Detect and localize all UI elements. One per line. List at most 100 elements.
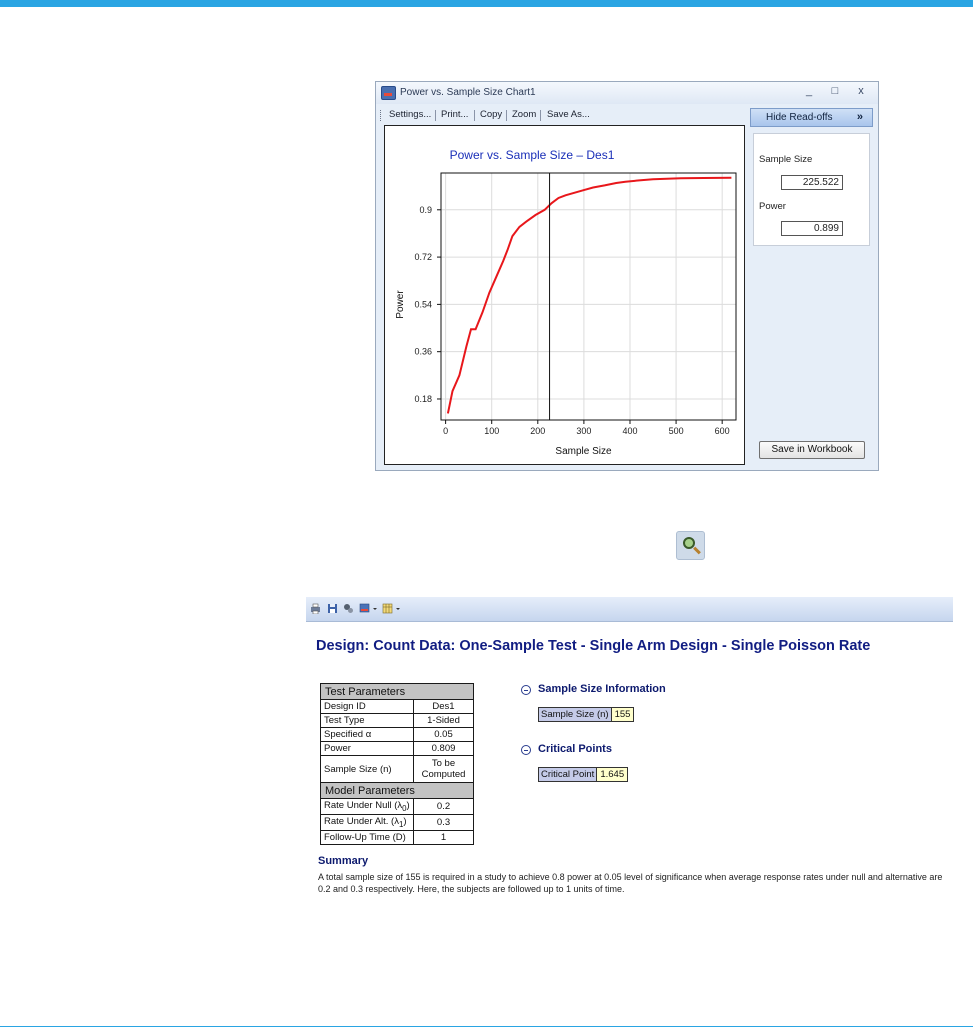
param-key: Rate Under Null (λ0) (320, 798, 414, 815)
param-value: 0.2 (413, 798, 474, 815)
chart-icon[interactable] (359, 603, 370, 614)
y-tick-label: 0.54 (414, 299, 432, 309)
settings-menu[interactable]: Settings... (389, 109, 431, 120)
y-tick-label: 0.36 (414, 347, 432, 357)
magnifier-handle (693, 546, 701, 555)
table-row: Power 0.809 (320, 741, 474, 756)
table-icon[interactable] (382, 603, 393, 614)
critical-points-heading: Critical Points (538, 743, 612, 755)
param-key-text: Rate Under Alt. (λ (324, 816, 399, 828)
table-row: Follow-Up Time (D) 1 (320, 830, 474, 845)
power-curve-line (446, 176, 732, 414)
close-button[interactable]: x (853, 85, 869, 97)
report-toolbar (306, 597, 953, 622)
collapse-icon[interactable] (521, 745, 531, 755)
y-axis-label: Power (395, 290, 406, 319)
bottom-accent-line (0, 1026, 973, 1027)
x-tick-label: 400 (622, 426, 637, 436)
x-tick-label: 500 (669, 426, 684, 436)
x-tick-label: 200 (530, 426, 545, 436)
param-key-close: ) (403, 816, 407, 828)
hide-readoffs-label: Hide Read-offs (766, 112, 833, 123)
window-title: Power vs. Sample Size Chart1 (400, 87, 536, 98)
param-key: Follow-Up Time (D) (320, 830, 414, 845)
param-key-close: ) (406, 800, 410, 812)
settings-icon[interactable] (343, 603, 354, 614)
param-value: 1 (413, 830, 474, 845)
critical-point-result: Critical Point 1.645 (538, 767, 629, 782)
design-report-title: Design: Count Data: One-Sample Test - Si… (316, 638, 871, 654)
toolbar-grip (380, 110, 383, 121)
chart-dropdown-icon[interactable] (372, 603, 378, 614)
power-chart: Power vs. Sample Size – Des1 0 100 200 300 40… (395, 148, 737, 457)
save-as-menu[interactable]: Save As... (547, 109, 590, 120)
param-key: Power (320, 741, 414, 756)
power-readoff[interactable]: 0.899 (781, 221, 843, 236)
param-key: Design ID (320, 699, 414, 714)
param-value: Des1 (413, 699, 474, 714)
chart-app-icon (381, 86, 396, 100)
minimize-button[interactable]: _ (801, 85, 817, 97)
toolbar-divider (540, 110, 541, 121)
save-icon[interactable] (327, 603, 338, 614)
collapse-icon[interactable] (521, 685, 531, 695)
table-row: Test Type 1-Sided (320, 713, 474, 728)
table-row: Sample Size (n) To be Computed (320, 755, 474, 783)
param-value: 0.05 (413, 727, 474, 742)
critical-point-value: 1.645 (597, 768, 628, 781)
test-parameters-header: Test Parameters (320, 683, 474, 700)
power-label: Power (759, 201, 786, 212)
table-row: Rate Under Null (λ0) 0.2 (320, 798, 474, 815)
copy-menu[interactable]: Copy (480, 109, 502, 120)
print-menu[interactable]: Print... (441, 109, 468, 120)
sample-size-result-value: 155 (611, 708, 634, 721)
sample-size-result: Sample Size (n) 155 (538, 707, 635, 722)
param-key: Test Type (320, 713, 414, 728)
parameters-table: Test Parameters Design ID Des1 Test Type 1… (320, 683, 474, 845)
y-tick-label: 0.9 (419, 205, 432, 215)
x-tick-label: 0 (443, 426, 448, 436)
sample-size-readoff[interactable]: 225.522 (781, 175, 843, 190)
param-key: Sample Size (n) (320, 755, 414, 783)
window-titlebar[interactable]: Power vs. Sample Size Chart1 _ □ x (376, 82, 878, 104)
table-row: Specified α 0.05 (320, 727, 474, 742)
param-value: To be Computed (413, 755, 474, 783)
double-chevron-icon: » (856, 111, 863, 123)
toolbar-divider (435, 110, 436, 121)
param-key: Rate Under Alt. (λ1) (320, 814, 414, 831)
param-key-text: Rate Under Null (λ (324, 800, 403, 812)
sample-size-info-heading: Sample Size Information (538, 683, 666, 695)
toolbar-divider (474, 110, 475, 121)
table-row: Rate Under Alt. (λ1) 0.3 (320, 814, 474, 831)
toolbar-divider (506, 110, 507, 121)
param-key: Specified α (320, 727, 414, 742)
sample-size-label: Sample Size (759, 154, 813, 165)
maximize-button[interactable]: □ (827, 85, 843, 97)
magnifier-lens (683, 537, 695, 549)
sample-size-result-label: Sample Size (n) (539, 708, 612, 721)
top-accent-bar (0, 0, 973, 7)
param-value: 0.809 (413, 741, 474, 756)
x-axis-label: Sample Size (555, 446, 612, 457)
hide-readoffs-button[interactable]: Hide Read-offs » (750, 108, 873, 127)
chart-window: Power vs. Sample Size Chart1 _ □ x Setti… (375, 81, 879, 471)
chart-plot-frame: Power vs. Sample Size – Des1 0 100 200 300 40… (384, 125, 745, 465)
chart-toolbar: Settings... Print... Copy Zoom Save As..… (380, 107, 717, 123)
print-icon[interactable] (310, 603, 321, 614)
model-parameters-header: Model Parameters (320, 782, 474, 799)
table-dropdown-icon[interactable] (395, 603, 401, 614)
param-value: 0.3 (413, 814, 474, 831)
chart-title: Power vs. Sample Size – Des1 (450, 148, 615, 162)
x-tick-label: 600 (715, 426, 730, 436)
table-row: Design ID Des1 (320, 699, 474, 714)
zoom-menu[interactable]: Zoom (512, 109, 536, 120)
x-tick-label: 100 (484, 426, 499, 436)
save-in-workbook-button[interactable]: Save in Workbook (759, 441, 865, 459)
summary-heading: Summary (318, 855, 369, 867)
magnifier-icon[interactable] (676, 531, 705, 560)
summary-text: A total sample size of 155 is required i… (318, 872, 943, 894)
readoffs-panel: Sample Size 225.522 Power 0.899 (753, 133, 870, 246)
param-value: 1-Sided (413, 713, 474, 728)
x-tick-label: 300 (576, 426, 591, 436)
critical-point-label: Critical Point (539, 768, 598, 781)
